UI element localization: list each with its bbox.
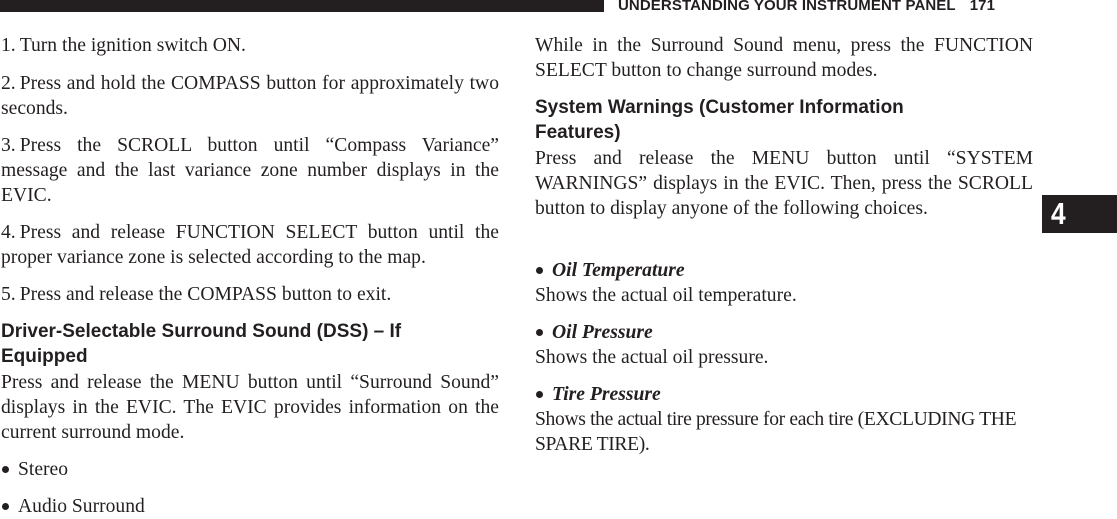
bullet-icon — [536, 390, 543, 398]
step-5: 5. Press and release the COMPASS button t… — [1, 284, 392, 305]
choice-desc: Shows the actual tire pressure for each … — [535, 409, 1017, 455]
dss-body: Press and release the MENU button until … — [1, 372, 499, 443]
choice-title: Tire Pressure — [535, 382, 661, 407]
system-warnings-heading: System Warnings (Customer Information Fe… — [535, 97, 904, 143]
running-head: UNDERSTANDING YOUR INSTRUMENT PANEL 171 — [618, 0, 995, 14]
header-bar — [0, 0, 604, 12]
choice-desc: Shows the actual oil pressure. — [535, 347, 769, 368]
list-item: Audio Surround — [1, 494, 145, 519]
bullet-icon — [2, 502, 9, 510]
surround-intro: While in the Surround Sound menu, press … — [535, 35, 1033, 81]
system-warnings-body: Press and release the MENU button until … — [535, 148, 1033, 219]
choice-desc: Shows the actual oil temperature. — [535, 285, 797, 306]
dss-heading: Driver-Selectable Surround Sound (DSS) –… — [1, 321, 402, 367]
step-4: 4. Press and release FUNCTION SELECT butt… — [1, 222, 499, 268]
step-2: 2. Press and hold the COMPASS button for … — [1, 73, 499, 119]
bullet-icon — [536, 328, 543, 336]
list-item: Stereo — [1, 457, 68, 482]
step-1: 1. Turn the ignition switch ON. — [1, 35, 246, 56]
choice-title: Oil Temperature — [535, 258, 685, 283]
section-title: UNDERSTANDING YOUR INSTRUMENT PANEL — [618, 0, 956, 14]
bullet-icon — [536, 266, 543, 274]
step-3: 3. Press the SCROLL button until “Compass… — [1, 135, 499, 206]
chapter-tab: 4 — [1042, 195, 1117, 233]
bullet-icon — [2, 465, 9, 473]
choice-title: Oil Pressure — [535, 320, 653, 345]
page-number: 171 — [969, 0, 996, 14]
chapter-tab-label: 4 — [1051, 196, 1066, 231]
